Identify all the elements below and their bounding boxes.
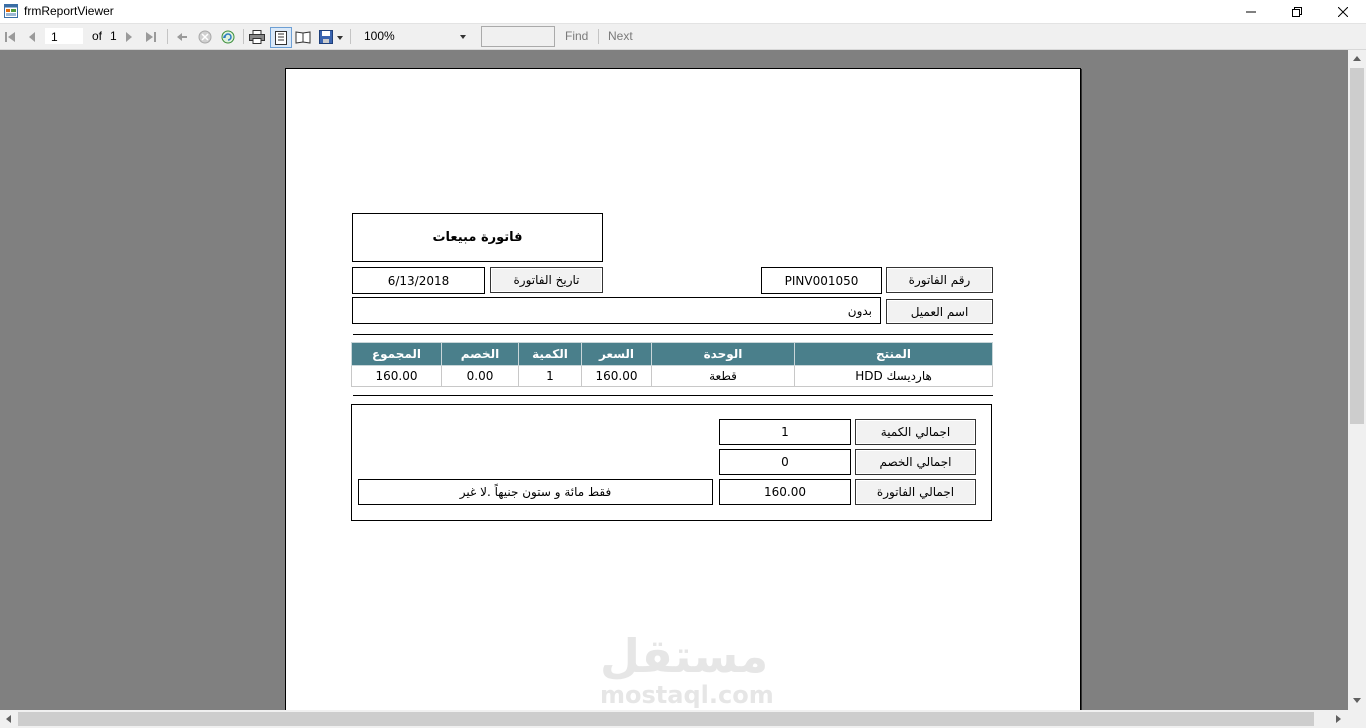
back-button[interactable] xyxy=(175,28,189,45)
find-text-input[interactable] xyxy=(481,26,555,47)
close-button[interactable] xyxy=(1320,0,1366,23)
divider-line xyxy=(353,334,993,335)
close-icon xyxy=(1338,6,1348,17)
column-header-total: المجموع xyxy=(351,342,442,366)
zoom-select[interactable]: 100% xyxy=(356,27,470,46)
back-arrow-icon xyxy=(177,32,187,41)
table-row: 160.00 0.00 1 160.00 قطعة HDD هارديسك xyxy=(351,365,993,387)
cell-product: HDD هارديسك xyxy=(794,365,993,387)
last-page-icon xyxy=(146,31,156,42)
app-icon xyxy=(4,4,18,18)
find-link[interactable]: Find xyxy=(565,29,588,43)
divider-line xyxy=(353,395,993,396)
horizontal-scrollbar[interactable] xyxy=(0,710,1348,728)
amount-in-words: فقط مائة و ستون جنيهاً .لا غير xyxy=(358,479,713,505)
toolbar-separator xyxy=(350,29,351,44)
cell-unit: قطعة xyxy=(651,365,795,387)
totals-panel: 1 اجمالي الكمية 0 اجمالي الخصم فقط مائة … xyxy=(351,404,992,521)
column-header-unit: الوحدة xyxy=(651,342,795,366)
vertical-scroll-thumb[interactable] xyxy=(1350,68,1364,424)
invoice-total-value: 160.00 xyxy=(719,479,851,505)
next-page-button[interactable] xyxy=(122,28,136,45)
toolbar-separator xyxy=(167,29,168,44)
stop-button[interactable] xyxy=(197,28,213,45)
chevron-down-icon xyxy=(460,35,466,39)
window-title: frmReportViewer xyxy=(24,4,114,18)
scroll-up-icon[interactable] xyxy=(1353,56,1361,61)
report-viewport: فاتورة مبيعات 6/13/2018 تاريخ الفاتورة P… xyxy=(0,50,1348,710)
scroll-right-icon[interactable] xyxy=(1336,715,1341,723)
invoice-date-label: تاريخ الفاتورة xyxy=(490,267,603,293)
print-layout-button[interactable] xyxy=(270,27,292,48)
table-header-row: المجموع الخصم الكمية السعر الوحدة المنتج xyxy=(351,342,993,366)
minimize-icon xyxy=(1246,11,1256,12)
customer-name-value: بدون xyxy=(352,297,881,324)
invoice-items-table: المجموع الخصم الكمية السعر الوحدة المنتج… xyxy=(351,342,993,387)
total-pages-label: 1 xyxy=(110,29,117,43)
report-toolbar: 1 of 1 100% Find Next xyxy=(0,24,1366,50)
scroll-left-icon[interactable] xyxy=(6,715,11,723)
current-page-input[interactable]: 1 xyxy=(44,27,84,45)
cell-qty: 1 xyxy=(518,365,582,387)
vertical-scrollbar[interactable] xyxy=(1348,50,1366,710)
restore-button[interactable] xyxy=(1274,0,1320,23)
previous-page-button[interactable] xyxy=(25,28,39,45)
column-header-price: السعر xyxy=(581,342,652,366)
page-setup-button[interactable] xyxy=(294,28,312,45)
previous-page-icon xyxy=(29,31,35,42)
column-header-qty: الكمية xyxy=(518,342,582,366)
next-page-icon xyxy=(126,31,132,42)
refresh-icon xyxy=(221,30,235,43)
cell-discount: 0.00 xyxy=(441,365,519,387)
print-layout-icon xyxy=(275,30,287,45)
watermark-logo: مستقل xyxy=(600,629,769,683)
cell-total: 160.00 xyxy=(351,365,442,387)
total-qty-label: اجمالي الكمية xyxy=(855,419,976,445)
invoice-number-label: رقم الفاتورة xyxy=(886,267,993,293)
scroll-down-icon[interactable] xyxy=(1353,698,1361,703)
toolbar-separator xyxy=(243,29,244,44)
refresh-button[interactable] xyxy=(220,28,236,45)
minimize-button[interactable] xyxy=(1228,0,1274,23)
invoice-number-value: PINV001050 xyxy=(761,267,882,294)
invoice-total-label: اجمالي الفاتورة xyxy=(855,479,976,505)
find-next-link[interactable]: Next xyxy=(608,29,633,43)
page-setup-icon xyxy=(295,30,311,44)
stop-icon xyxy=(198,30,212,43)
page-of-label: of xyxy=(92,29,103,43)
scrollbar-corner xyxy=(1348,710,1366,728)
horizontal-scroll-thumb[interactable] xyxy=(18,712,1314,726)
toolbar-separator xyxy=(598,29,599,44)
export-button[interactable] xyxy=(317,28,345,45)
customer-name-label: اسم العميل xyxy=(886,299,993,324)
invoice-date-value: 6/13/2018 xyxy=(352,267,485,294)
column-header-product: المنتج xyxy=(794,342,993,366)
total-discount-label: اجمالي الخصم xyxy=(855,449,976,475)
first-page-icon xyxy=(5,31,15,42)
last-page-button[interactable] xyxy=(144,28,158,45)
column-header-discount: الخصم xyxy=(441,342,519,366)
title-bar: frmReportViewer xyxy=(0,0,1366,24)
first-page-button[interactable] xyxy=(3,28,17,45)
printer-icon xyxy=(249,29,265,44)
report-title: فاتورة مبيعات xyxy=(352,213,603,262)
total-discount-value: 0 xyxy=(719,449,851,475)
cell-price: 160.00 xyxy=(581,365,652,387)
watermark-url: mostaql.com xyxy=(600,681,774,709)
print-button[interactable] xyxy=(248,28,266,45)
report-page: فاتورة مبيعات 6/13/2018 تاريخ الفاتورة P… xyxy=(285,68,1081,710)
total-qty-value: 1 xyxy=(719,419,851,445)
save-export-icon xyxy=(319,29,343,44)
zoom-value: 100% xyxy=(364,29,395,43)
restore-icon xyxy=(1292,6,1302,17)
